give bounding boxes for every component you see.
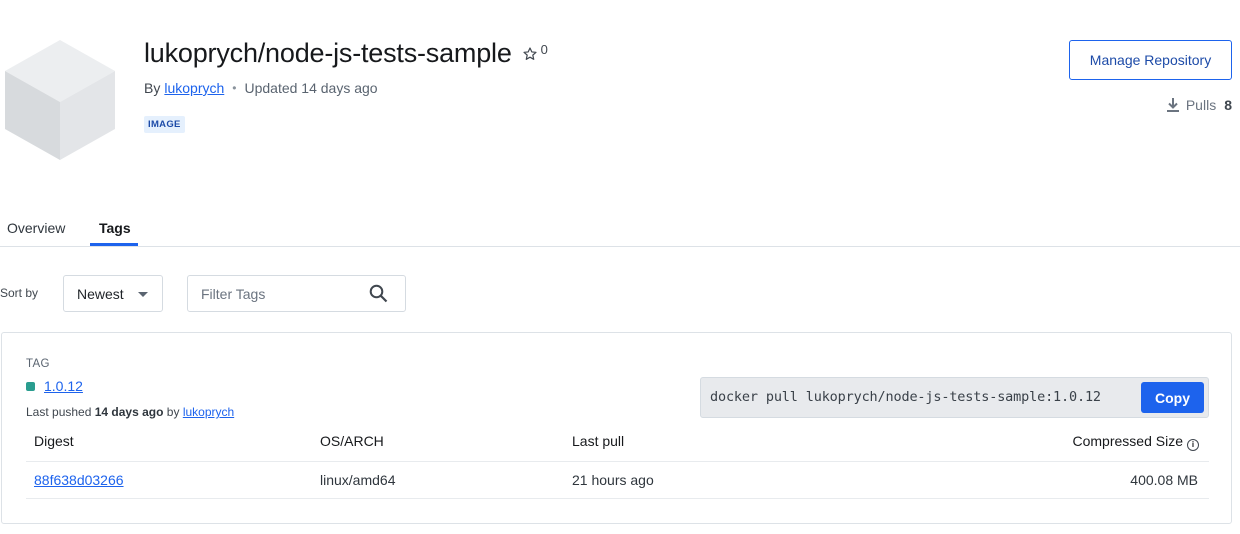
search-icon[interactable]	[369, 284, 388, 303]
pushed-user-link[interactable]: lukoprych	[183, 405, 234, 419]
pulls-count: 8	[1224, 97, 1232, 113]
tag-name-link[interactable]: 1.0.12	[44, 378, 83, 394]
manage-repository-button[interactable]: Manage Repository	[1069, 40, 1232, 80]
pulls-label: Pulls	[1185, 97, 1217, 113]
cell-digest: 88f638d03266	[34, 472, 124, 488]
download-icon	[1166, 98, 1179, 112]
tag-card: TAG 1.0.12 Last pushed 14 days ago by lu…	[1, 332, 1232, 524]
active-tab-indicator	[90, 243, 138, 246]
owner-link[interactable]: lukoprych	[164, 80, 224, 96]
repo-title-row: lukoprych/node-js-tests-sample 0	[144, 38, 548, 69]
copy-button[interactable]: Copy	[1141, 382, 1204, 413]
tag-header: TAG	[26, 358, 50, 370]
tag-row: 1.0.12	[26, 378, 83, 394]
pushed-prefix: Last pushed	[26, 405, 92, 419]
tab-tags[interactable]: Tags	[99, 220, 131, 236]
cell-os-arch: linux/amd64	[320, 472, 396, 488]
filter-tags	[187, 275, 406, 312]
pull-command-box: docker pull lukoprych/node-js-tests-samp…	[700, 377, 1209, 418]
digest-link[interactable]: 88f638d03266	[34, 472, 124, 488]
pushed-by: by	[166, 405, 180, 419]
sort-by-label: Sort by	[0, 286, 39, 300]
updated-text: Updated 14 days ago	[244, 80, 378, 96]
compressed-size-label: Compressed Size	[1072, 433, 1184, 449]
table-row-divider	[26, 498, 1209, 499]
col-header-digest: Digest	[34, 433, 74, 449]
separator-dot: •	[232, 81, 237, 95]
repository-cube-icon	[5, 40, 115, 160]
tab-overview[interactable]: Overview	[7, 220, 65, 236]
col-header-os-arch: OS/ARCH	[320, 433, 384, 449]
caret-down-icon	[138, 292, 148, 297]
last-pushed-info: Last pushed 14 days ago by lukoprych	[26, 405, 234, 419]
sort-select[interactable]: Newest	[63, 275, 163, 312]
tab-bar: Overview Tags	[0, 210, 1240, 247]
by-label: By	[144, 80, 161, 96]
image-badge: IMAGE	[144, 116, 185, 133]
star-count: 0	[540, 42, 548, 57]
col-header-compressed-size: Compressed Size i	[1072, 433, 1199, 451]
cell-last-pull: 21 hours ago	[572, 472, 654, 488]
pulls-stat: Pulls 8	[1166, 97, 1232, 113]
pushed-time: 14 days ago	[94, 405, 164, 419]
col-header-last-pull: Last pull	[572, 433, 625, 449]
repo-meta: By lukoprych • Updated 14 days ago	[144, 80, 378, 96]
repo-title: lukoprych/node-js-tests-sample	[144, 38, 512, 68]
pull-command[interactable]: docker pull lukoprych/node-js-tests-samp…	[710, 389, 1101, 405]
star-icon[interactable]	[522, 46, 538, 62]
cell-size: 400.08 MB	[1130, 472, 1198, 488]
tag-status-dot	[26, 381, 35, 391]
table-header-divider	[26, 461, 1209, 462]
filter-tags-input[interactable]	[188, 276, 368, 311]
info-icon[interactable]: i	[1187, 439, 1199, 451]
sort-value: Newest	[77, 285, 124, 302]
